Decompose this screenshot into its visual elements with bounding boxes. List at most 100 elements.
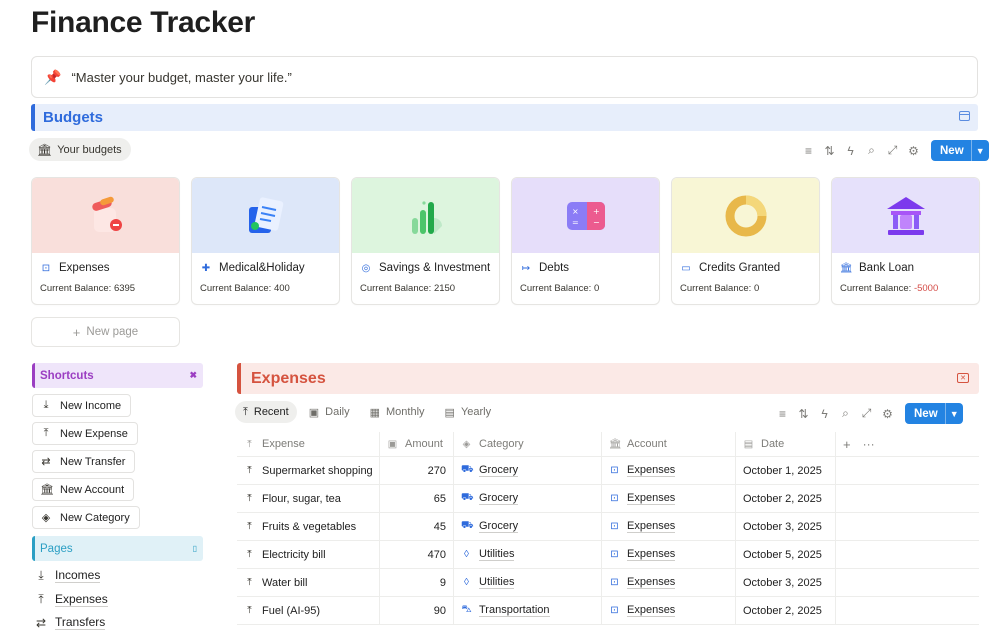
plus-cross-icon: ✚ xyxy=(201,262,211,274)
pages-title: Pages xyxy=(40,542,73,555)
view-chip-your-budgets[interactable]: 🏛 Your budgets xyxy=(29,138,131,161)
savings-icon xyxy=(411,200,442,234)
expense-name[interactable]: Water bill xyxy=(262,577,307,589)
arrow-up-icon: ⤒ xyxy=(38,592,44,606)
account-link[interactable]: Expenses xyxy=(627,464,676,477)
tab-yearly[interactable]: ▤ Yearly xyxy=(437,401,500,423)
column-label: Account xyxy=(627,438,667,450)
column-header-date[interactable]: ▤ Date xyxy=(736,432,836,456)
search-icon[interactable]: ⌕ xyxy=(864,143,879,158)
shortcut-label: New Expense xyxy=(60,427,128,440)
svg-text:−: − xyxy=(593,218,600,227)
category-link[interactable]: Grocery xyxy=(479,520,519,533)
lightning-icon[interactable]: ϟ xyxy=(843,143,858,158)
page-icon[interactable]: ▯ xyxy=(193,544,197,553)
sort-icon[interactable]: ⇅ xyxy=(822,143,837,158)
expand-icon[interactable]: ⤢ xyxy=(885,143,900,158)
column-header-account[interactable]: 🏛 Account xyxy=(602,432,736,456)
window-icon[interactable] xyxy=(959,111,970,121)
expense-name[interactable]: Flour, sugar, tea xyxy=(262,493,341,505)
new-page-button[interactable]: + New page xyxy=(31,317,180,347)
account-icon: ⊡ xyxy=(610,493,619,504)
more-icon[interactable]: ··· xyxy=(863,437,875,451)
settings-icon[interactable]: ⚙ xyxy=(880,406,895,421)
expense-name[interactable]: Electricity bill xyxy=(262,549,326,561)
budget-card[interactable]: ▭ Credits Granted Current Balance: 0 xyxy=(671,177,820,305)
chevron-down-icon[interactable]: ▼ xyxy=(944,403,963,424)
card-name: Bank Loan xyxy=(859,262,914,274)
tab-recent[interactable]: ⤒ Recent xyxy=(235,401,297,423)
tab-monthly[interactable]: ▦ Monthly xyxy=(362,401,433,423)
filter-icon[interactable]: ≡ xyxy=(801,143,816,158)
arrow-up-icon: ⤒ xyxy=(247,493,252,504)
page-link-expenses[interactable]: ⤒ Expenses xyxy=(35,592,108,607)
budget-card[interactable]: × = + − ↦ Debts Current Balance: 0 xyxy=(511,177,660,305)
table-row[interactable]: ⤒ Water bill 9 ◊ Utilities ⊡ Expenses Octob… xyxy=(237,569,979,597)
table-row[interactable]: ⤒ Flour, sugar, tea 65 ⛟ Grocery ⊡ Expenses… xyxy=(237,485,979,513)
lightning-icon[interactable]: ϟ xyxy=(817,406,832,421)
expense-amount: 90 xyxy=(433,604,446,617)
shortcut-new-transfer[interactable]: ⇄ New Transfer xyxy=(32,450,136,473)
shortcut-new-expense[interactable]: ⤒ New Expense xyxy=(32,422,138,445)
account-link[interactable]: Expenses xyxy=(627,520,676,533)
arrow-up-icon: ⤒ xyxy=(247,577,252,588)
expense-date: October 3, 2025 xyxy=(743,520,822,533)
column-header-amount[interactable]: ▣ Amount xyxy=(380,432,454,456)
sort-icon[interactable]: ⇅ xyxy=(796,406,811,421)
shortcut-new-income[interactable]: ⤓ New Income xyxy=(32,394,132,417)
category-link[interactable]: Utilities xyxy=(479,548,515,561)
budget-card[interactable]: 🏛 Bank Loan Current Balance: -5000 xyxy=(831,177,980,305)
expand-icon[interactable]: ⤢ xyxy=(859,406,874,421)
table-row[interactable]: ⤒ Supermarket shopping 270 ⛟ Grocery ⊡ Expe… xyxy=(237,457,979,485)
close-icon[interactable]: ✖ xyxy=(189,370,197,381)
table-row[interactable]: ⤒ Fuel (AI-95) 90 ⛍ Transportation ⊡ Expens… xyxy=(237,597,979,625)
bank-icon: 🏛 xyxy=(40,484,54,496)
add-column-icon[interactable]: + xyxy=(843,437,851,452)
page-link-label: Incomes xyxy=(55,568,101,583)
account-link[interactable]: Expenses xyxy=(627,548,676,561)
budget-icon: ⊡ xyxy=(41,262,51,274)
new-expense-button[interactable]: New ▼ xyxy=(905,403,963,424)
settings-icon[interactable]: ⚙ xyxy=(906,143,921,158)
table-row[interactable]: ⤒ Fruits & vegetables 45 ⛟ Grocery ⊡ Expens… xyxy=(237,513,979,541)
cart-icon: ⛟ xyxy=(461,464,474,475)
tab-daily[interactable]: ▣ Daily xyxy=(301,401,358,423)
money-icon: ▣ xyxy=(387,438,398,450)
column-header-category[interactable]: ◈ Category xyxy=(454,432,602,456)
column-label: Expense xyxy=(262,438,305,450)
card-cover xyxy=(832,178,979,253)
column-header-expense[interactable]: ⤒ Expense xyxy=(237,432,380,456)
calendar-grid-icon: ▦ xyxy=(369,406,380,419)
search-icon[interactable]: ⌕ xyxy=(838,406,853,421)
category-link[interactable]: Utilities xyxy=(479,576,515,589)
budget-card[interactable]: ✚ Medical&Holiday Current Balance: 400 xyxy=(191,177,340,305)
budgets-header: Budgets xyxy=(31,104,978,131)
new-budget-button[interactable]: New ▼ xyxy=(931,140,989,161)
arrow-up-icon: ⤒ xyxy=(243,405,248,418)
account-link[interactable]: Expenses xyxy=(627,604,676,617)
card-cover xyxy=(32,178,179,253)
arrow-down-icon: ⤓ xyxy=(43,399,49,411)
pages-header: Pages ▯ xyxy=(32,536,203,561)
page-link-transfers[interactable]: ⇄ Transfers xyxy=(35,615,106,630)
category-link[interactable]: Grocery xyxy=(479,464,519,477)
tab-label: Monthly xyxy=(386,406,425,418)
filter-icon[interactable]: ≡ xyxy=(775,406,790,421)
expense-name[interactable]: Fruits & vegetables xyxy=(262,521,356,533)
category-link[interactable]: Grocery xyxy=(479,492,519,505)
category-link[interactable]: Transportation xyxy=(479,604,550,617)
close-box-icon[interactable]: ✕ xyxy=(957,373,969,383)
shortcut-new-account[interactable]: 🏛 New Account xyxy=(32,478,135,501)
page-link-incomes[interactable]: ⤓ Incomes xyxy=(35,568,101,583)
table-row[interactable]: ⤒ Electricity bill 470 ◊ Utilities ⊡ Expens… xyxy=(237,541,979,569)
budget-card[interactable]: ⊡ Expenses Current Balance: 6395 xyxy=(31,177,180,305)
account-link[interactable]: Expenses xyxy=(627,576,676,589)
shortcut-new-category[interactable]: ◈ New Category xyxy=(32,506,140,529)
expense-name[interactable]: Supermarket shopping xyxy=(262,465,373,477)
droplet-icon: ◊ xyxy=(464,577,469,588)
tab-label: Yearly xyxy=(460,406,492,418)
expense-name[interactable]: Fuel (AI-95) xyxy=(262,605,320,617)
budget-card[interactable]: ◎ Savings & Investment Current Balance: 2… xyxy=(351,177,500,305)
chevron-down-icon[interactable]: ▼ xyxy=(970,140,989,161)
account-link[interactable]: Expenses xyxy=(627,492,676,505)
